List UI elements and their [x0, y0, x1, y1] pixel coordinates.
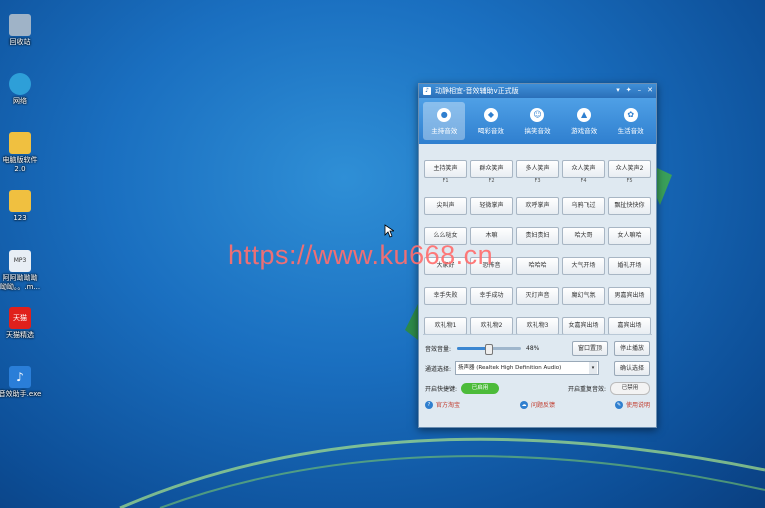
sound-button[interactable]: 欢礼物3	[516, 317, 559, 335]
toggle-row: 开启快捷键: 已启用 开启重复音效: 已禁用	[425, 380, 650, 396]
hotkey-toggle[interactable]: 已启用	[461, 382, 500, 394]
close-icon[interactable]: ✕	[647, 86, 653, 94]
repeat-toggle[interactable]: 已禁用	[610, 381, 650, 395]
mp3-file-icon: MP3	[9, 250, 31, 272]
sound-button[interactable]: 尖叫声	[424, 197, 467, 215]
cheer-icon: ◆	[483, 107, 498, 122]
music-note-icon: ♪	[9, 366, 31, 388]
sound-button[interactable]: 欢礼物1	[424, 317, 467, 335]
channel-select[interactable]: 扬声器 (Realtek High Definition Audio) ▾	[455, 361, 600, 375]
folder-icon	[9, 190, 31, 212]
tmall-icon: 天猫	[9, 307, 31, 329]
sound-button[interactable]: 多人笑声	[516, 160, 559, 178]
sound-button[interactable]: 哈哈哈	[516, 257, 559, 275]
sound-button[interactable]: 乌鸦飞过	[562, 197, 605, 215]
sound-button[interactable]: 大气开场	[562, 257, 605, 275]
mouse-cursor-icon	[384, 224, 394, 238]
sound-row: 欢礼物1 欢礼物2 欢礼物3 女嘉宾出场 嘉宾出场	[424, 317, 651, 335]
sound-button[interactable]: 飘扯快快你	[608, 197, 651, 215]
settings-panel: 音效音量: 48% 窗口置顶 停止播放 通道选择: 扬声器 (Realtek H…	[425, 340, 650, 409]
sound-button[interactable]: 婚礼开场	[608, 257, 651, 275]
desktop-icon-folder-123[interactable]: 123	[0, 190, 50, 223]
sound-button[interactable]: 欢呼掌声	[516, 197, 559, 215]
desktop-icon-network[interactable]: 网络	[0, 73, 50, 106]
menu-icon[interactable]: ▾	[616, 86, 620, 94]
sound-button[interactable]: 众人笑声2	[608, 160, 651, 178]
sound-button[interactable]: 贵妇贵妇	[516, 227, 559, 245]
volume-label: 音效音量:	[425, 345, 452, 353]
volume-slider[interactable]	[457, 343, 522, 355]
tab-game[interactable]: ▲ 游戏音效	[563, 102, 605, 140]
recycle-bin-icon	[9, 14, 31, 36]
repeat-label: 开启重复音效:	[567, 385, 606, 393]
divider	[423, 334, 652, 335]
tab-cheer[interactable]: ◆ 喝彩音效	[470, 102, 512, 140]
sound-button[interactable]: 幸手成功	[470, 287, 513, 305]
sound-row: 尖叫声 轻微掌声 欢呼掌声 乌鸦飞过 飘扯快快你	[424, 197, 651, 215]
footer-links: ? 官方淘宝 ☁ 问题反馈 ✎ 使用说明	[425, 400, 650, 409]
tab-life[interactable]: ✿ 生活音效	[610, 102, 652, 140]
instructions-link[interactable]: ✎ 使用说明	[614, 400, 650, 409]
desktop-icon-folder-software[interactable]: 电脑版软件 2.0	[0, 132, 50, 174]
sound-button[interactable]: 嘉宾出场	[608, 317, 651, 335]
minimize-icon[interactable]: –	[638, 86, 642, 94]
hotkey-label: F3	[534, 178, 541, 184]
sound-button[interactable]: 群众笑声	[470, 160, 513, 178]
sound-row: 幸手失败 幸手成功 灭灯声音 魔幻气氛 男嘉宾出场	[424, 287, 651, 305]
watermark: https://www.ku668.cn	[228, 240, 494, 270]
chevron-down-icon: ▾	[589, 362, 598, 374]
volume-row: 音效音量: 48% 窗口置顶 停止播放	[425, 340, 650, 356]
hotkey-label: F4	[580, 178, 587, 184]
hotkey-label: F1	[442, 178, 449, 184]
hotkey-label: F2	[488, 178, 495, 184]
desktop-icon-mp3[interactable]: MP3 阿阿呦呦呦 呦呦。。.m...	[0, 250, 50, 292]
sound-button[interactable]: 众人笑声	[562, 160, 605, 178]
window-top-button[interactable]: 窗口置顶	[571, 340, 608, 356]
network-icon	[9, 73, 31, 95]
app-icon: ♪	[423, 87, 431, 95]
stop-button[interactable]: 停止播放	[613, 340, 650, 356]
tab-host[interactable]: ● 主持音效	[423, 102, 466, 140]
help-icon: ?	[425, 400, 433, 409]
hotkey-label: F5	[626, 178, 633, 184]
cloud-icon: ☁	[519, 400, 528, 409]
category-tabs: ● 主持音效 ◆ 喝彩音效 ☺ 搞笑音效 ▲ 游戏音效 ✿ 生活音效	[419, 98, 656, 144]
desktop-icon-sound-helper[interactable]: ♪ 音效助手.exe	[0, 366, 50, 399]
volume-fill	[457, 346, 488, 350]
sound-button[interactable]: 女人嘛哈	[608, 227, 651, 245]
user-icon: ✎	[614, 400, 623, 409]
life-icon: ✿	[623, 107, 638, 122]
channel-row: 通道选择: 扬声器 (Realtek High Definition Audio…	[425, 360, 650, 376]
sound-button[interactable]: 幸手失败	[424, 287, 467, 305]
host-icon: ●	[437, 107, 452, 122]
tab-funny[interactable]: ☺ 搞笑音效	[516, 102, 558, 140]
title-bar[interactable]: ♪ 动静相宜-音效辅助v正式版 ▾ ✦ – ✕	[419, 84, 656, 98]
feedback-link[interactable]: ☁ 问题反馈	[519, 400, 555, 409]
sound-button[interactable]: 女嘉宾出场	[562, 317, 605, 335]
window-title: 动静相宜-音效辅助v正式版	[435, 87, 519, 95]
hotkey-label: 开启快捷键:	[425, 385, 458, 393]
desktop-icon-recycle-bin[interactable]: 回收站	[0, 14, 50, 47]
confirm-button[interactable]: 确认选择	[613, 360, 650, 376]
folder-icon	[9, 132, 31, 154]
funny-icon: ☺	[530, 107, 545, 122]
volume-value: 48%	[526, 344, 540, 352]
sound-button[interactable]: 男嘉宾出场	[608, 287, 651, 305]
game-icon: ▲	[577, 107, 592, 122]
sound-button[interactable]: 哈大哥	[562, 227, 605, 245]
skin-icon[interactable]: ✦	[626, 86, 632, 94]
sound-button[interactable]: 灭灯声音	[516, 287, 559, 305]
sound-button[interactable]: 轻微掌声	[470, 197, 513, 215]
sound-button[interactable]: 欢礼物2	[470, 317, 513, 335]
volume-knob[interactable]	[484, 343, 493, 355]
sound-button[interactable]: 魔幻气氛	[562, 287, 605, 305]
official-store-link[interactable]: ? 官方淘宝	[425, 400, 460, 409]
sound-button[interactable]: 主持笑声	[424, 160, 467, 178]
desktop-icon-tmall[interactable]: 天猫 天猫精选	[0, 307, 50, 340]
channel-label: 通道选择:	[425, 365, 452, 373]
sound-row: 主持笑声 F1 群众笑声 F2 多人笑声 F3 众人笑声 F4 众人笑声2 F5	[424, 160, 651, 185]
